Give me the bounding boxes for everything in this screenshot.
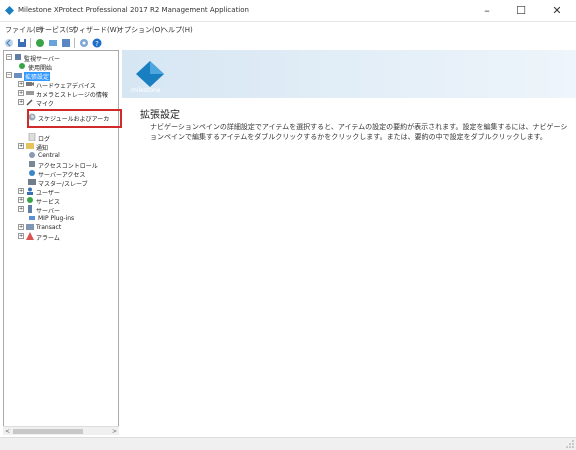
tree-item-label: MIP Plug-ins (38, 215, 75, 222)
expand-icon[interactable]: + (18, 81, 24, 87)
central-icon (29, 152, 35, 158)
menu-bar: ファイル(E) サービス(S) ウィザード(W) オプション(O) ヘルプ(H) (0, 22, 576, 37)
menu-services[interactable]: サービス(S) (38, 25, 76, 35)
banner-logo-text: milestone (131, 87, 161, 94)
expand-icon[interactable]: + (18, 99, 24, 105)
transact-icon (26, 224, 34, 230)
tree-item-label: アクセスコントロール (38, 163, 98, 170)
expand-icon[interactable]: + (18, 197, 24, 203)
menu-help[interactable]: ヘルプ(H) (161, 25, 193, 35)
collapse-icon[interactable]: − (6, 72, 12, 78)
resize-grip-icon[interactable] (566, 440, 574, 448)
service-icon (27, 197, 33, 203)
tree-item-label: ログ (38, 136, 51, 143)
expand-icon[interactable]: + (18, 224, 24, 230)
menu-options[interactable]: オプション(O) (117, 25, 163, 35)
title-bar: Milestone XProtect Professional 2017 R2 … (0, 0, 576, 22)
access-icon (29, 161, 35, 167)
start-icon[interactable] (35, 38, 45, 48)
milestone-app-icon (5, 6, 14, 15)
log-icon (28, 133, 36, 141)
tree-item-label: 監視サーバー (24, 56, 60, 63)
highlight-frame (27, 109, 122, 128)
notification-icon (26, 143, 34, 149)
storage-icon (26, 91, 34, 95)
expand-icon[interactable]: + (18, 143, 24, 149)
camera-icon (26, 82, 34, 86)
alarm-icon (26, 232, 34, 240)
master-slave-icon (28, 179, 36, 185)
navigation-tree[interactable]: − 監視サーバー 使用開始 − 拡張設定 + ハードウェアデバイス + カメラと… (3, 50, 119, 435)
expand-icon[interactable]: + (18, 90, 24, 96)
server-access-icon (29, 170, 35, 176)
minimize-button[interactable]: – (470, 0, 504, 22)
scroll-left-icon[interactable]: < (3, 427, 12, 436)
folder-icon (14, 73, 22, 78)
status-bar (0, 437, 576, 450)
tree-item-label: マスター/スレーブ (38, 181, 88, 188)
toolbar-separator (74, 38, 75, 48)
tree-item-label: ハードウェアデバイス (36, 83, 96, 90)
tree-item-label: 通知 (36, 145, 49, 152)
tree-item-label: サービス (36, 199, 61, 206)
svg-text:?: ? (95, 40, 99, 48)
tree-item-label: サーバーアクセス (38, 172, 86, 179)
window-title: Milestone XProtect Professional 2017 R2 … (18, 6, 249, 14)
tree-item-label: サーバー (36, 208, 60, 215)
expand-icon[interactable]: + (18, 206, 24, 212)
header-banner: milestone (122, 50, 576, 98)
menu-wizards[interactable]: ウィザード(W) (72, 25, 119, 35)
server-icon (28, 205, 32, 213)
page-title: 拡張設定 (140, 110, 180, 121)
mic-icon (26, 99, 33, 106)
stop-icon[interactable] (48, 38, 58, 48)
toolbar-separator (30, 38, 31, 48)
tree-item-label: ユーザー (36, 190, 60, 197)
close-button[interactable]: ✕ (540, 0, 574, 22)
save-icon[interactable] (17, 38, 27, 48)
tree-item-label: カメラとストレージの情報 (36, 92, 108, 99)
start-icon (19, 63, 25, 69)
scroll-right-icon[interactable]: > (110, 427, 119, 436)
expand-icon[interactable]: + (18, 188, 24, 194)
help-icon[interactable]: ? (92, 38, 102, 48)
toolbar: ? (0, 37, 576, 50)
page-description: ナビゲーションペインの詳細設定でアイテムを選択すると、アイテムの設定の要約が表示… (150, 123, 568, 141)
tree-item-label: Central (38, 152, 60, 159)
tree-item-label: Transact (36, 224, 62, 231)
collapse-icon[interactable]: − (6, 54, 12, 60)
plugin-icon (29, 216, 35, 220)
back-icon[interactable] (4, 38, 14, 48)
user-icon (27, 187, 33, 195)
settings-icon[interactable] (79, 38, 89, 48)
wizard-icon[interactable] (61, 38, 71, 48)
tree-item-label: アラーム (36, 235, 60, 242)
scroll-thumb[interactable] (13, 429, 83, 434)
tree-item-label: 使用開始 (28, 65, 53, 72)
maximize-button[interactable]: ☐ (504, 0, 538, 22)
milestone-logo-icon (136, 61, 164, 87)
server-icon (15, 54, 21, 60)
tree-horizontal-scrollbar[interactable]: < > (3, 426, 119, 435)
expand-icon[interactable]: + (18, 233, 24, 239)
tree-item-label: マイク (36, 101, 54, 108)
